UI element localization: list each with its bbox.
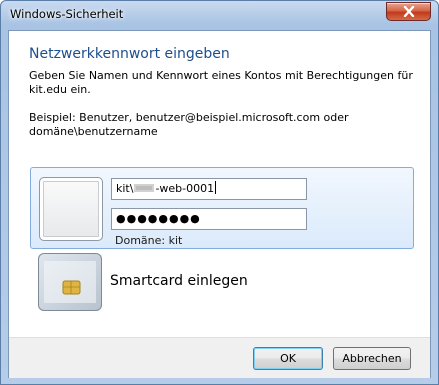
- credential-tile[interactable]: kit\ -web-0001 ●●●●●●●● Domäne: kit: [30, 167, 414, 249]
- redacted-block: [134, 184, 155, 192]
- close-button[interactable]: [386, 2, 431, 21]
- button-bar: OK Abbrechen: [9, 337, 430, 378]
- title-bar[interactable]: Windows-Sicherheit: [1, 1, 438, 26]
- username-input[interactable]: kit\ -web-0001: [111, 178, 307, 200]
- user-avatar-icon: [39, 177, 103, 241]
- username-suffix: -web-0001: [155, 182, 215, 195]
- cancel-button[interactable]: Abbrechen: [333, 347, 411, 370]
- domain-label: Domäne: kit: [115, 234, 183, 247]
- password-input[interactable]: ●●●●●●●●: [111, 208, 307, 230]
- close-icon: [387, 3, 430, 20]
- dialog-content: Netzwerkkennwort eingeben Geben Sie Name…: [8, 30, 431, 378]
- dialog-example: Beispiel: Benutzer, benutzer@beispiel.mi…: [29, 111, 349, 138]
- smartcard-label: Smartcard einlegen: [110, 273, 248, 289]
- window-title: Windows-Sicherheit: [10, 7, 124, 21]
- text-caret: [215, 181, 217, 194]
- smartcard-icon: [38, 253, 102, 311]
- smartcard-tile[interactable]: Smartcard einlegen: [30, 251, 414, 313]
- dialog-description: Geben Sie Namen und Kennwort eines Konto…: [29, 69, 413, 96]
- ok-button[interactable]: OK: [253, 347, 323, 370]
- dialog-window: Windows-Sicherheit Netzwerkkennwort eing…: [0, 0, 439, 385]
- dialog-heading: Netzwerkkennwort eingeben: [29, 46, 230, 62]
- username-prefix: kit\: [116, 182, 134, 195]
